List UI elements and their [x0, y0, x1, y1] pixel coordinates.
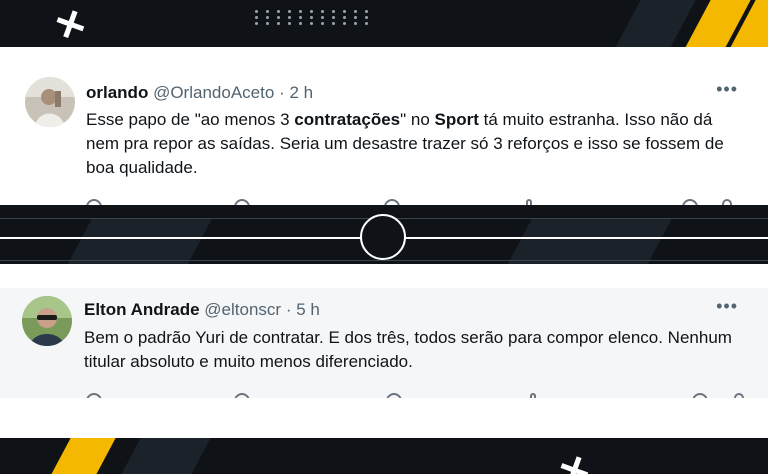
more-options-icon[interactable]: •••: [716, 79, 738, 100]
separator: ·: [285, 300, 292, 319]
yellow-stripe-bottom: [49, 438, 116, 474]
bookmark-icon[interactable]: [682, 199, 698, 205]
retweet-icon[interactable]: [234, 199, 250, 205]
tweet-time[interactable]: 2 h: [289, 83, 313, 102]
tweet-actions: [86, 393, 748, 398]
tweet-text-part: " no: [400, 110, 435, 129]
dot-grid: [255, 10, 373, 25]
tweet-header: Elton Andrade @eltonscr · 5 h: [84, 300, 320, 320]
upload-icon[interactable]: [722, 199, 732, 205]
tweet-card[interactable]: Elton Andrade @eltonscr · 5 h ••• Bem o …: [0, 288, 768, 398]
avatar[interactable]: [22, 296, 72, 346]
display-name[interactable]: orlando: [86, 83, 148, 102]
plus-icon-bottom: +: [548, 439, 601, 474]
avatar[interactable]: [25, 77, 75, 127]
avatar-photo: [25, 77, 75, 127]
pitch-center-circle: [360, 214, 406, 260]
plus-icon: +: [44, 0, 97, 54]
white-band-lower: [0, 264, 768, 288]
more-options-icon[interactable]: •••: [716, 296, 738, 317]
tweet-time[interactable]: 5 h: [296, 300, 320, 319]
tweet-text-bold: Sport: [434, 110, 479, 129]
display-name[interactable]: Elton Andrade: [84, 300, 200, 319]
bookmark-icon[interactable]: [692, 393, 708, 398]
upload-icon[interactable]: [734, 393, 744, 398]
tweet-text: Esse papo de "ao menos 3 contratações" n…: [86, 108, 746, 180]
pitch-line-lower: [0, 260, 768, 261]
like-icon[interactable]: [386, 393, 402, 398]
tweet-card[interactable]: orlando @OrlandoAceto · 2 h ••• Esse pap…: [0, 47, 768, 205]
tweet-text-bold: contratações: [294, 110, 401, 129]
avatar-photo: [22, 296, 72, 346]
user-handle[interactable]: @OrlandoAceto: [153, 83, 274, 102]
separator: ·: [279, 83, 285, 102]
tweet-text: Bem o padrão Yuri de contratar. E dos tr…: [84, 328, 732, 371]
white-band-bottom: [0, 398, 768, 438]
tweet-text-part: Esse papo de "ao menos 3: [86, 110, 295, 129]
dark-stripe-middle: [67, 218, 213, 264]
tweet-header: orlando @OrlandoAceto · 2 h: [86, 83, 313, 103]
share-icon[interactable]: [530, 393, 536, 398]
dark-stripe-middle-2: [507, 218, 673, 264]
share-icon[interactable]: [526, 199, 532, 205]
reply-icon[interactable]: [86, 199, 102, 205]
dark-stripe-bottom: [119, 438, 211, 474]
retweet-icon[interactable]: [234, 393, 250, 398]
tweet-actions: [86, 199, 748, 205]
like-icon[interactable]: [384, 199, 400, 205]
reply-icon[interactable]: [86, 393, 102, 398]
user-handle[interactable]: @eltonscr: [204, 300, 281, 319]
